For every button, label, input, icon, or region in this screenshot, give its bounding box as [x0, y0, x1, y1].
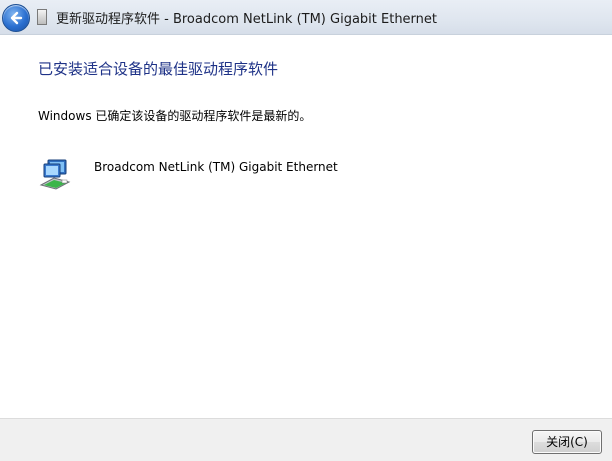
network-adapter-icon [38, 158, 72, 192]
title-bar: 更新驱动程序软件 - Broadcom NetLink (TM) Gigabit… [0, 0, 612, 35]
device-name: Broadcom NetLink (TM) Gigabit Ethernet [94, 160, 338, 174]
dialog-footer: 关闭(C) [0, 418, 612, 461]
main-content: 已安装适合设备的最佳驱动程序软件 Windows 已确定该设备的驱动程序软件是最… [0, 35, 612, 418]
device-icon [37, 9, 47, 25]
close-button[interactable]: 关闭(C) [532, 430, 602, 454]
back-arrow-icon[interactable] [2, 4, 30, 32]
page-heading: 已安装适合设备的最佳驱动程序软件 [38, 60, 279, 78]
window-title: 更新驱动程序软件 - Broadcom NetLink (TM) Gigabit… [56, 12, 438, 27]
status-message: Windows 已确定该设备的驱动程序软件是最新的。 [38, 109, 312, 123]
